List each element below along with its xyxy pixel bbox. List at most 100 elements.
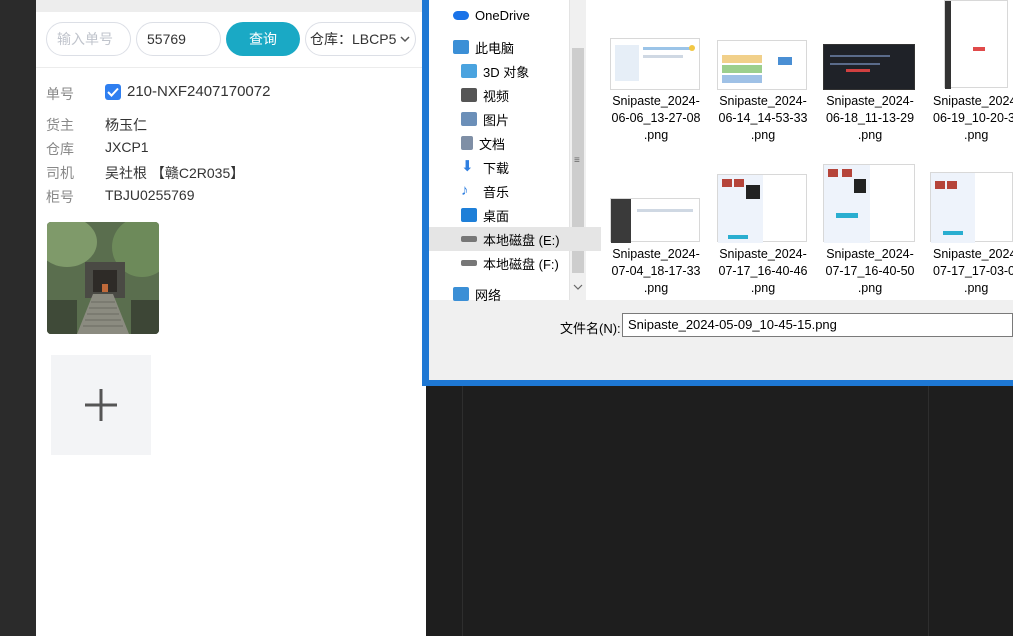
file-name-line: .png [964,281,989,295]
file-thumbnail[interactable] [717,40,807,90]
add-photo-button[interactable] [51,355,151,455]
file-name-line: Snipaste_2024 [933,94,1013,108]
nav-item-desktop[interactable]: 桌面 [429,203,601,227]
file-name-line: 06-14_14-53-33 [718,111,808,125]
nav-item-label: 视频 [483,88,510,104]
file-thumbnail[interactable] [930,172,1013,243]
file-name-line: .png [857,128,883,142]
container-label: 柜号 [46,189,74,205]
file-name-line: 07-17_17-03-0 [933,264,1013,278]
order-number: 210-NXF2407170072 [127,83,271,100]
file-name-line: Snipaste_2024 [933,247,1013,261]
file-name-line: .png [964,128,989,142]
nav-item-label: 本地磁盘 (F:) [483,256,559,272]
file-name-line: .png [750,281,776,295]
nav-item-label: 本地磁盘 (E:) [483,232,560,248]
file-thumbnail[interactable] [944,0,1008,89]
panel-top-bar [36,0,426,12]
driver-label: 司机 [46,165,74,181]
order-label: 单号 [46,86,74,102]
nav-item-label: 此电脑 [475,40,515,56]
nav-item-pictures[interactable]: 图片 [429,107,601,131]
nav-item-music[interactable]: ♪ 音乐 [429,179,601,203]
drive-icon [461,236,477,242]
warehouse-select[interactable]: 仓库：LBCP5 [305,22,416,56]
nav-item-3d-objects[interactable]: 3D 对象 [429,59,601,83]
file-name-line: .png [643,128,669,142]
file-name-line: 06-19_10-20-3 [933,111,1013,125]
check-icon [107,87,119,97]
order-checkbox[interactable] [105,84,121,100]
file-thumbnail[interactable] [823,44,915,90]
chevron-down-icon [400,32,410,46]
container-suffix-value: 55769 [147,31,186,47]
nav-item-label: 音乐 [483,184,510,200]
network-icon [453,287,469,301]
owner-value: 杨玉仁 [105,117,147,133]
uploaded-photo-thumbnail[interactable] [47,222,159,334]
file-name[interactable]: Snipaste_2024- 06-06_13-27-08 .png [608,93,704,144]
nav-item-label: 3D 对象 [483,64,530,80]
container-suffix-input[interactable]: 55769 [136,22,221,56]
search-divider [36,67,426,68]
order-number-input[interactable]: 输入单号 [46,22,131,56]
file-name[interactable]: Snipaste_2024- 06-14_14-53-33 .png [715,93,811,144]
music-icon: ♪ [461,182,469,199]
filename-input[interactable]: Snipaste_2024-05-09_10-45-15.png [622,313,1013,337]
order-number-placeholder: 输入单号 [57,31,113,47]
plus-icon [85,389,117,421]
owner-label: 货主 [46,117,74,133]
desktop-icon [461,208,477,222]
nav-item-label: 下载 [483,160,510,176]
nav-item-documents[interactable]: 文档 [429,131,601,155]
file-name-line: Snipaste_2024- [719,247,807,261]
background-editor-area [426,386,1013,636]
nav-item-label: 文档 [479,136,506,152]
file-name-line: .png [643,281,669,295]
nav-item-label: 网络 [475,287,502,303]
file-name[interactable]: Snipaste_2024 07-17_17-03-0 .png [928,246,1013,297]
editor-divider [462,386,463,636]
file-name[interactable]: Snipaste_2024- 06-18_11-13-29 .png [822,93,918,144]
query-button[interactable]: 查询 [226,22,300,56]
downloads-icon: ⬇ [461,158,474,175]
file-thumbnail[interactable] [717,174,807,243]
documents-icon [461,136,473,150]
nav-item-drive-e[interactable]: 本地磁盘 (E:) [429,227,601,251]
file-name-line: Snipaste_2024- [612,94,700,108]
nav-item-onedrive[interactable]: OneDrive [429,3,593,27]
file-name[interactable]: Snipaste_2024- 07-17_16-40-46 .png [715,246,811,297]
nav-item-label: OneDrive [475,7,530,23]
nav-item-network[interactable]: 网络 [429,282,593,306]
warehouse-select-value: 仓库：LBCP5 [310,31,397,47]
file-thumbnail[interactable] [610,198,700,243]
file-name[interactable]: Snipaste_2024- 07-04_18-17-33 .png [608,246,704,297]
file-name[interactable]: Snipaste_2024- 07-17_16-40-50 .png [822,246,918,297]
pictures-icon [461,112,477,126]
file-name-line: 07-17_16-40-46 [718,264,808,278]
warehouse-label: 仓库 [46,141,74,157]
file-name-line: .png [750,128,776,142]
file-name-line: 07-17_16-40-50 [825,264,915,278]
file-name-line: 06-18_11-13-29 [825,111,915,125]
file-thumbnail[interactable] [610,38,700,90]
nav-item-drive-f[interactable]: 本地磁盘 (F:) [429,251,601,275]
nav-item-downloads[interactable]: ⬇ 下载 [429,155,601,179]
file-name-line: Snipaste_2024- [826,247,914,261]
file-name-line: Snipaste_2024- [826,94,914,108]
driver-value: 吴社根 【赣C2R035】 [105,165,245,181]
drive-icon [461,260,477,266]
file-name-line: 06-06_13-27-08 [611,111,701,125]
nav-item-this-pc[interactable]: 此电脑 [429,35,593,59]
container-value: TBJU0255769 [105,187,195,203]
file-name[interactable]: Snipaste_2024 06-19_10-20-3 .png [928,93,1013,144]
file-thumbnail[interactable] [823,164,915,243]
onedrive-icon [453,10,469,20]
file-name-line: .png [857,281,883,295]
nav-item-videos[interactable]: 视频 [429,83,601,107]
nav-item-label: 图片 [483,112,510,128]
left-dark-strip [0,0,36,636]
nav-item-label: 桌面 [483,208,510,224]
filename-label: 文件名(N): [560,321,621,336]
file-name-line: 07-04_18-17-33 [611,264,701,278]
